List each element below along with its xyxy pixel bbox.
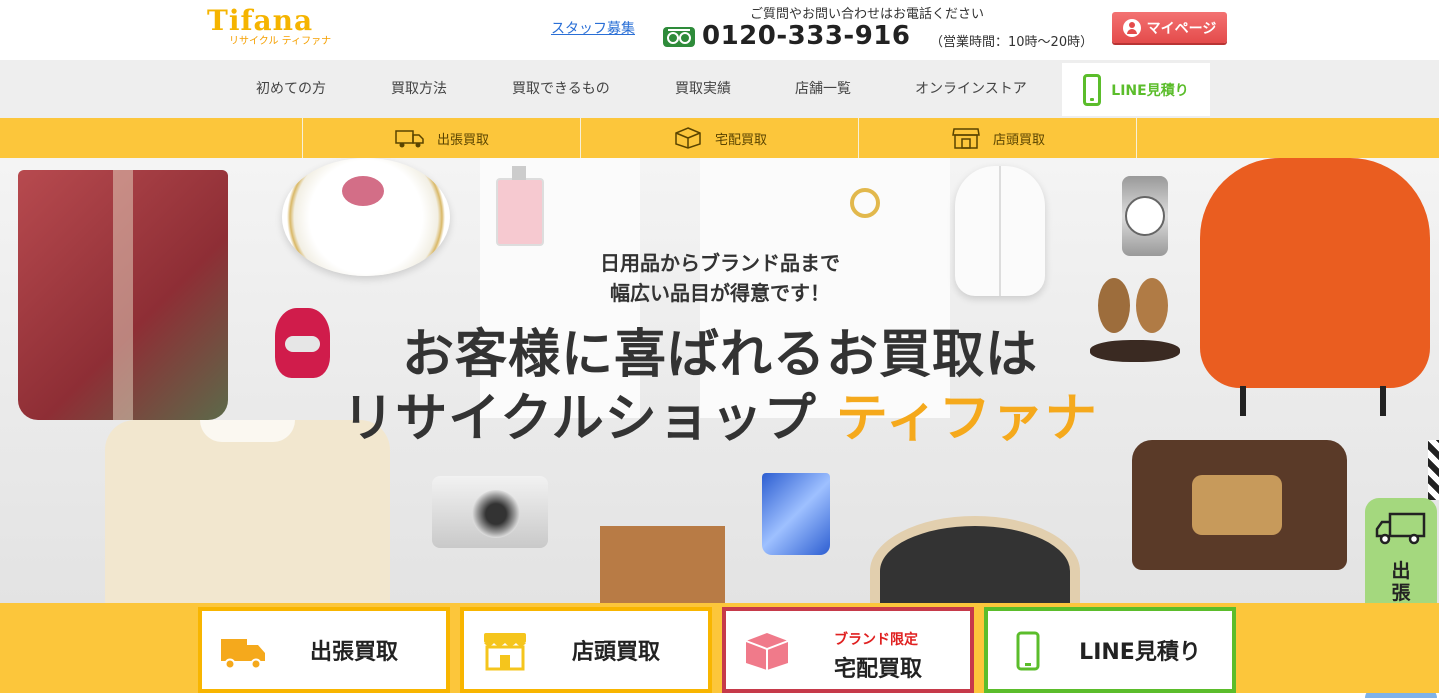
staff-recruit-link[interactable]: スタッフ募集 — [551, 18, 635, 38]
nav-first-time[interactable]: 初めての方 — [256, 60, 326, 118]
cta-delivery-label: 宅配買取 — [833, 657, 922, 682]
nav-results[interactable]: 買取実績 — [675, 60, 731, 118]
subnav-in-store-label: 店頭買取 — [992, 132, 1045, 148]
handbag-image — [1132, 440, 1347, 570]
subnav-in-store[interactable]: 店頭買取 — [858, 118, 1137, 158]
perfume-image — [496, 166, 544, 246]
sub-nav: 出張買取 宅配買取 店頭買取 — [0, 118, 1439, 158]
nav-how-to-sell[interactable]: 買取方法 — [391, 60, 447, 118]
plate-image — [282, 158, 450, 276]
phone-number[interactable]: 0120-333-916 — [702, 21, 911, 51]
logo-subtitle: リサイクル ティファナ — [229, 36, 332, 47]
mypage-button[interactable]: マイページ — [1112, 12, 1227, 43]
cta-line-estimate[interactable]: LINE見積り — [984, 607, 1236, 693]
nav-stores[interactable]: 店舗一覧 — [795, 60, 851, 118]
subnav-delivery[interactable]: 宅配買取 — [580, 118, 859, 158]
nav-line-label: LINE見積り — [1111, 82, 1189, 99]
hero-tagline-line2: 幅広い品目が得意です！ — [610, 281, 830, 305]
cta-home-visit-label: 出張買取 — [309, 640, 398, 665]
ring-image — [850, 188, 880, 218]
subnav-home-visit-label: 出張買取 — [436, 132, 489, 148]
sneakers-image — [955, 166, 1045, 296]
freedial-icon — [663, 27, 695, 47]
user-icon — [1122, 18, 1141, 37]
subnav-divider — [1136, 118, 1137, 158]
cta-home-visit[interactable]: 出張買取 — [198, 607, 450, 693]
hero-headline-line2: リサイクルショップ ティファナ — [300, 387, 1140, 451]
logo-text: Tifana — [207, 4, 314, 37]
cta-line-label: LINE見積り — [1079, 640, 1201, 665]
truck-icon — [395, 130, 424, 148]
truck-icon — [1375, 512, 1426, 545]
cta-delivery-note: ブランド限定 — [834, 632, 918, 648]
nav-online-store[interactable]: オンラインストア — [915, 60, 1027, 118]
watch-image — [1122, 176, 1168, 256]
cut-glass-image — [762, 473, 830, 555]
camera-image — [432, 476, 548, 548]
cta-in-store-label: 店頭買取 — [571, 640, 660, 665]
subnav-delivery-label: 宅配買取 — [714, 132, 767, 148]
decorative-stripes — [1428, 440, 1439, 500]
site-logo[interactable]: Tifana リサイクル ティファナ — [207, 6, 347, 54]
site-header: Tifana リサイクル ティファナ スタッフ募集 ご質問やお問い合わせはお電話… — [0, 0, 1439, 60]
robot-vacuum-image — [870, 516, 1080, 603]
hero-headline-line1: お客様に喜ばれるお買取は — [401, 325, 1038, 385]
hero-headline-shop: リサイクルショップ — [342, 389, 817, 449]
hero-headline: お客様に喜ばれるお買取は リサイクルショップ ティファナ — [300, 323, 1140, 451]
main-nav: 初めての方 買取方法 買取できるもの 買取実績 店舗一覧 オンラインストア — [0, 60, 1439, 118]
box-icon — [675, 127, 701, 149]
store-icon — [952, 128, 980, 149]
cta-in-store[interactable]: 店頭買取 — [460, 607, 712, 693]
hero-tagline-line1: 日用品からブランド品まで — [600, 251, 840, 275]
hero-headline-brand: ティファナ — [835, 389, 1098, 449]
nav-items-accepted[interactable]: 買取できるもの — [512, 60, 610, 118]
mypage-label: マイページ — [1146, 20, 1217, 37]
cta-delivery[interactable]: ブランド限定 宅配買取 — [722, 607, 974, 693]
contact-note: ご質問やお問い合わせはお電話ください — [750, 7, 985, 22]
business-hours: （営業時間：10時～20時） — [930, 35, 1094, 50]
subnav-home-visit[interactable]: 出張買取 — [302, 118, 581, 158]
hero-tagline: 日用品からブランド品まで 幅広い品目が得意です！ — [560, 248, 880, 308]
chair-image — [1200, 158, 1430, 416]
nav-line-estimate[interactable]: LINE見積り — [1062, 63, 1210, 116]
hero-banner: 日用品からブランド品まで 幅広い品目が得意です！ お客様に喜ばれるお買取は リサ… — [0, 158, 1439, 603]
pants-image — [600, 526, 725, 603]
smartphone-icon — [1083, 73, 1102, 106]
cta-bar: 出張買取 店頭買取 ブランド限定 宅配買取 LINE見積り — [0, 603, 1439, 693]
kimono-image — [18, 170, 228, 420]
